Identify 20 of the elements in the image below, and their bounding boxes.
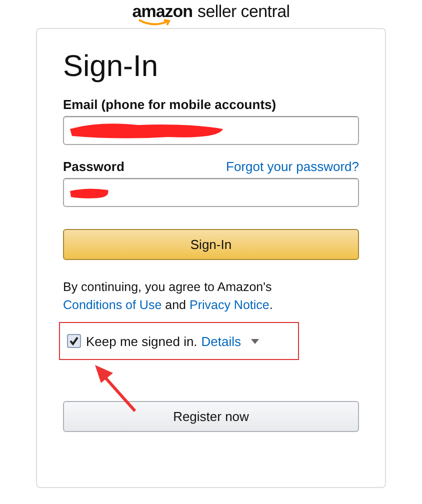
details-link[interactable]: Details [201, 334, 242, 348]
page-title: Sign-In [63, 49, 160, 85]
sign-in-button[interactable]: Sign-In [63, 229, 359, 260]
keep-signed-in-checkbox[interactable] [67, 334, 81, 348]
logo-brand-text: amazon [132, 3, 193, 21]
keep-signed-in-label: Keep me signed in. [86, 334, 198, 348]
password-field[interactable] [63, 178, 359, 207]
email-label: Email (phone for mobile accounts) [63, 97, 278, 112]
email-field[interactable] [63, 116, 359, 145]
privacy-notice-link[interactable]: Privacy Notice [189, 298, 270, 312]
legal-notice-text: By continuing, you agree to Amazon's Conditions of Use and Privacy Notice. [63, 279, 274, 314]
annotation-arrow [95, 365, 137, 413]
logo-product-text: seller central [198, 3, 290, 21]
password-label: Password [63, 159, 124, 174]
caret-icon [251, 338, 260, 344]
register-now-button[interactable]: Register now [63, 401, 359, 432]
redaction-mark [68, 186, 110, 200]
conditions-of-use-link[interactable]: Conditions of Use [63, 298, 162, 312]
smile-arrow-icon [138, 19, 172, 27]
forgot-password-link[interactable]: Forgot your password? [226, 159, 359, 174]
